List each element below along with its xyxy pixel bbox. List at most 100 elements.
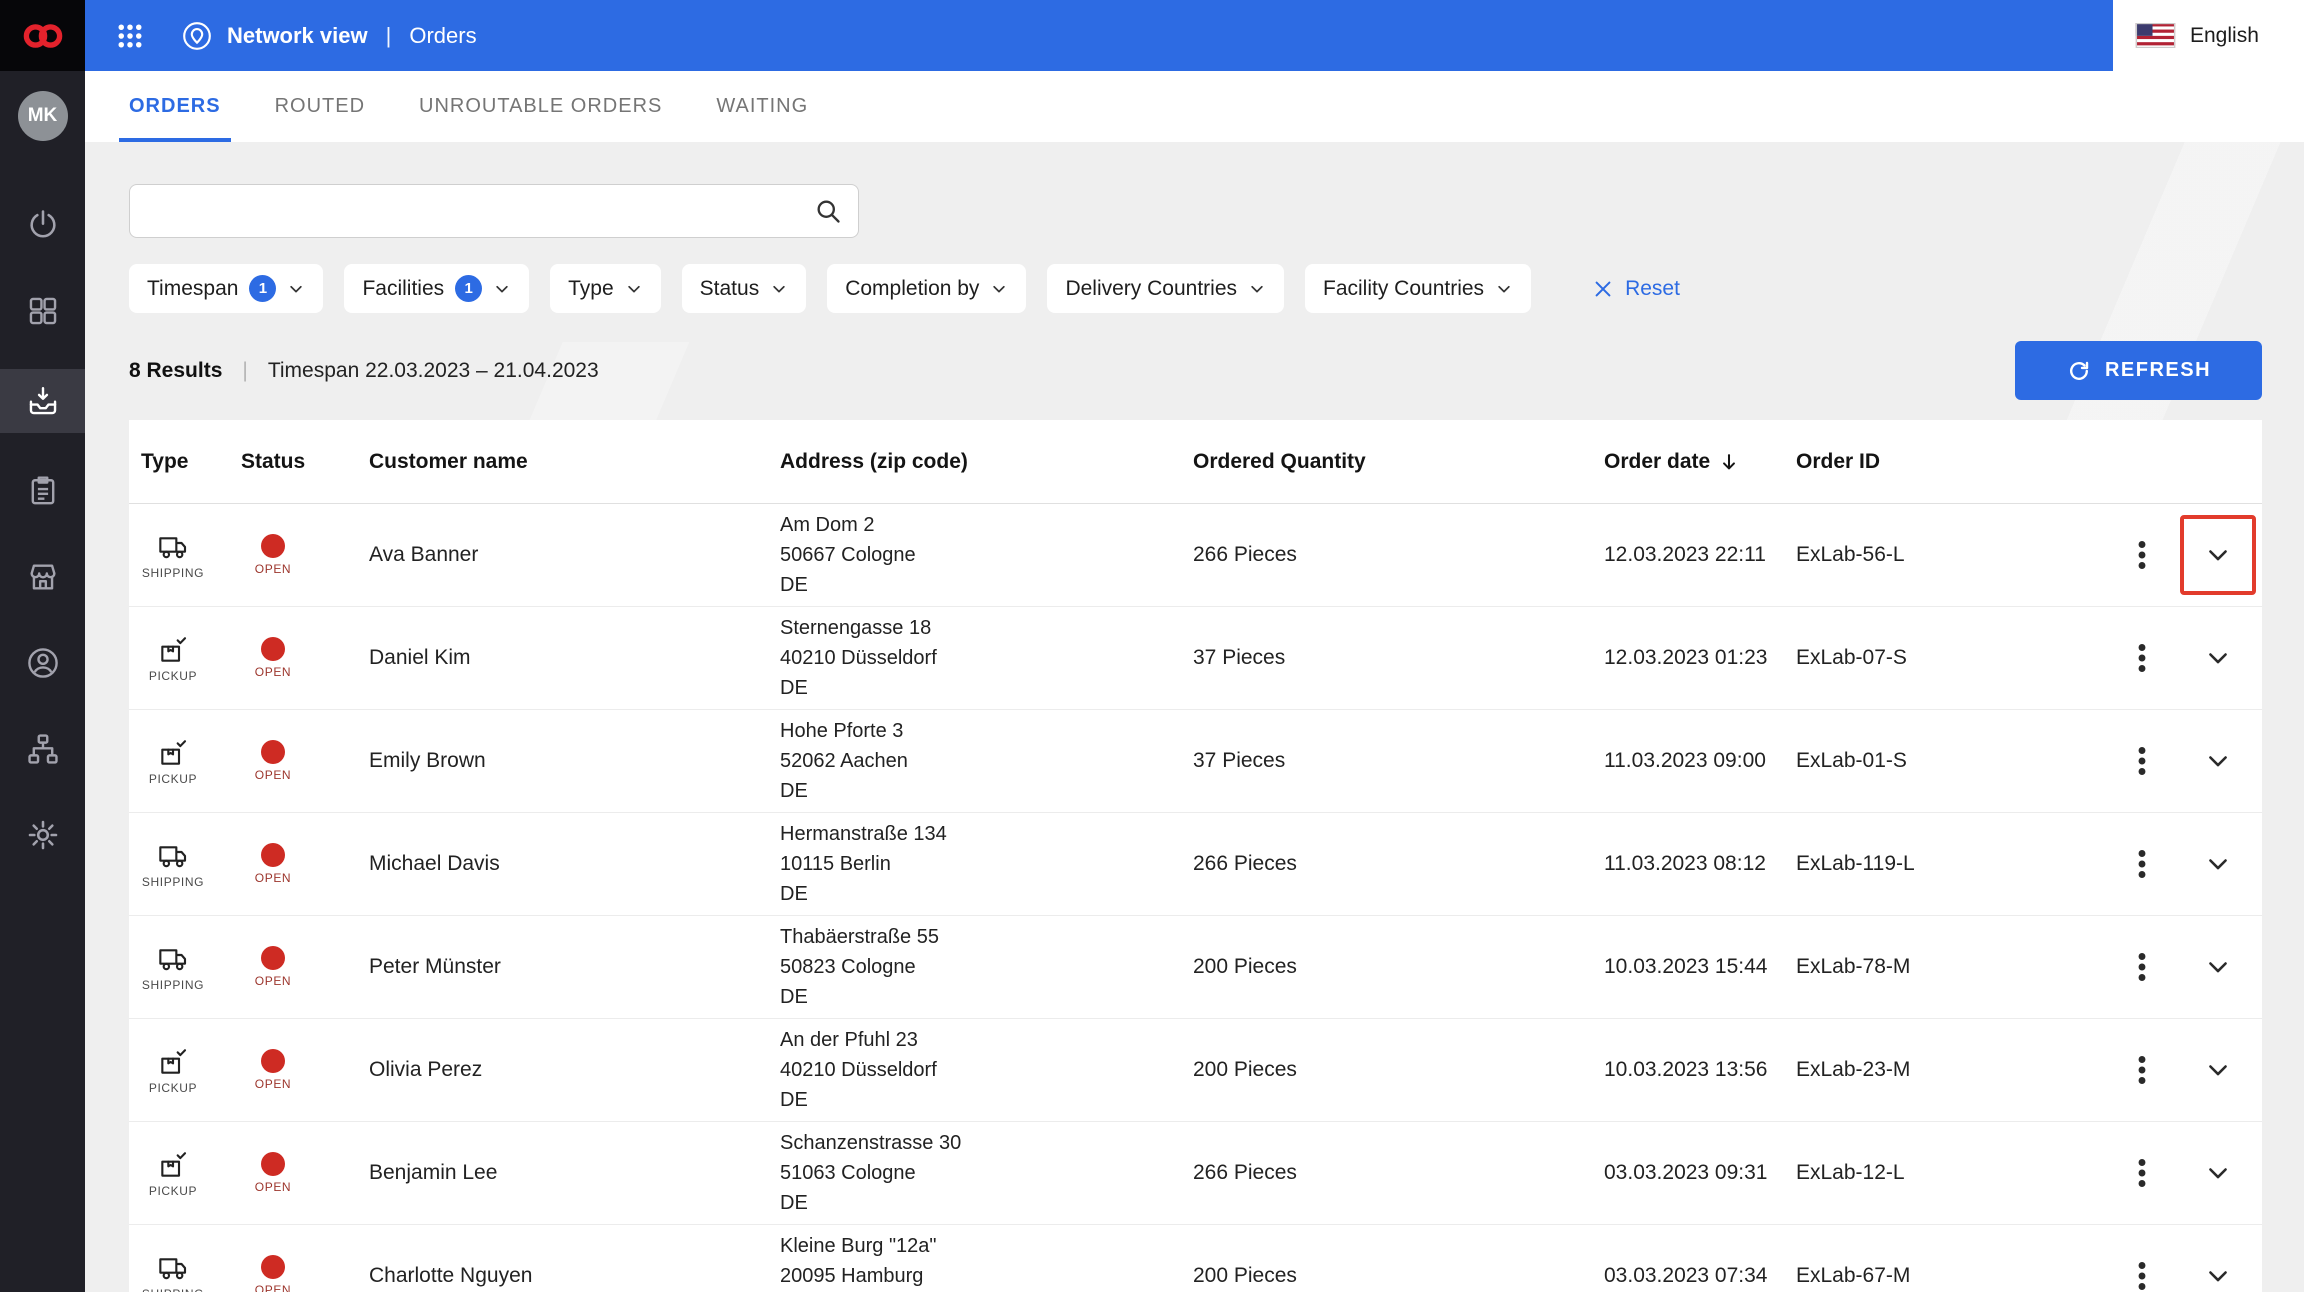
table-row[interactable]: PICKUP OPEN Olivia Perez An der Pfuhl 23… xyxy=(129,1019,2262,1122)
order-type: PICKUP xyxy=(141,1149,205,1198)
app-logo[interactable] xyxy=(0,0,85,71)
order-type-label: SHIPPING xyxy=(141,874,205,889)
filter-delivery-countries[interactable]: Delivery Countries xyxy=(1047,264,1284,313)
topbar-blue-bar: Network view | Orders xyxy=(85,0,2113,71)
filter-facilities[interactable]: Facilities 1 xyxy=(344,264,530,313)
tabs-bar: ORDERS ROUTED UNROUTABLE ORDERS WAITING xyxy=(85,71,2304,142)
row-expand-chevron-icon[interactable] xyxy=(2204,953,2232,981)
sidebar-item-power[interactable] xyxy=(0,197,85,253)
row-menu-kebab-icon[interactable] xyxy=(2124,1155,2160,1191)
customer-name: Ava Banner xyxy=(369,543,479,566)
sidebar-item-store[interactable] xyxy=(0,549,85,605)
order-type: PICKUP xyxy=(141,634,205,683)
tab-waiting[interactable]: WAITING xyxy=(706,71,818,142)
order-date: 03.03.2023 09:31 xyxy=(1604,1161,1768,1184)
topbar: Network view | Orders English xyxy=(85,0,2304,71)
order-status-label: OPEN xyxy=(254,1283,292,1292)
tab-unroutable-orders[interactable]: UNROUTABLE ORDERS xyxy=(409,71,672,142)
reset-filters-button[interactable]: Reset xyxy=(1592,277,1680,301)
row-menu-kebab-icon[interactable] xyxy=(2124,949,2160,985)
order-type: SHIPPING xyxy=(141,943,205,992)
sidebar-item-network[interactable] xyxy=(0,721,85,777)
filter-timespan[interactable]: Timespan 1 xyxy=(129,264,324,313)
column-header-address: Address (zip code) xyxy=(780,449,968,473)
row-expand-chevron-icon[interactable] xyxy=(2204,644,2232,672)
refresh-button[interactable]: REFRESH xyxy=(2015,341,2262,400)
search-icon[interactable] xyxy=(814,197,842,225)
user-avatar[interactable]: MK xyxy=(17,91,68,141)
column-header-order-date[interactable]: Order date xyxy=(1604,450,1796,474)
order-type-label: SHIPPING xyxy=(141,565,205,580)
pickup-package-icon xyxy=(154,1046,192,1078)
filter-count-badge: 1 xyxy=(455,275,483,302)
sidebar-item-order-tasks[interactable] xyxy=(0,463,85,519)
orders-table: Type Status Customer name Address (zip c… xyxy=(129,420,2262,1292)
row-expand-chevron-icon[interactable] xyxy=(2204,1159,2232,1187)
row-expand-chevron-icon[interactable] xyxy=(2204,1262,2232,1290)
table-row[interactable]: PICKUP OPEN Benjamin Lee Schanzenstrasse… xyxy=(129,1122,2262,1225)
address: Sternengasse 18 40210 Düsseldorf DE xyxy=(780,617,937,699)
order-type: SHIPPING xyxy=(141,840,205,889)
order-type-label: PICKUP xyxy=(148,1080,198,1095)
row-menu-kebab-icon[interactable] xyxy=(2124,1052,2160,1088)
dashboard-icon xyxy=(26,294,60,328)
brand-logo-icon xyxy=(23,23,62,48)
table-row[interactable]: SHIPPING OPEN Ava Banner Am Dom 2 50667 C… xyxy=(129,504,2262,607)
ordered-quantity: 200 Pieces xyxy=(1193,1264,1297,1287)
order-id: ExLab-01-S xyxy=(1796,749,1907,772)
table-row[interactable]: PICKUP OPEN Daniel Kim Sternengasse 18 40… xyxy=(129,607,2262,710)
table-row[interactable]: SHIPPING OPEN Charlotte Nguyen Kleine Bu… xyxy=(129,1225,2262,1292)
filter-completion-by[interactable]: Completion by xyxy=(827,264,1027,313)
us-flag-icon xyxy=(2135,23,2176,48)
apps-grid-icon xyxy=(115,21,145,51)
address: Hermanstraße 134 10115 Berlin DE xyxy=(780,823,947,905)
main-content: Timespan 1 Facilities 1 Type Status Comp… xyxy=(85,142,2304,1292)
sidebar-item-orders-inbox[interactable] xyxy=(0,369,85,433)
row-expand-chevron-icon[interactable] xyxy=(2204,541,2232,569)
search-input[interactable] xyxy=(130,185,858,237)
results-separator: | xyxy=(242,358,248,382)
settings-gear-icon xyxy=(26,818,60,852)
filter-status[interactable]: Status xyxy=(681,264,807,313)
table-row[interactable]: SHIPPING OPEN Michael Davis Hermanstraße… xyxy=(129,813,2262,916)
tab-orders[interactable]: ORDERS xyxy=(119,71,231,142)
order-id: ExLab-67-M xyxy=(1796,1264,1911,1287)
filter-facility-countries[interactable]: Facility Countries xyxy=(1305,264,1532,313)
ordered-quantity: 37 Pieces xyxy=(1193,646,1286,669)
network-view-pin-icon xyxy=(181,20,213,52)
chevron-down-icon xyxy=(625,280,643,298)
table-row[interactable]: SHIPPING OPEN Peter Münster Thabäerstraß… xyxy=(129,916,2262,1019)
row-menu-kebab-icon[interactable] xyxy=(2124,743,2160,779)
order-type-label: PICKUP xyxy=(148,771,198,786)
refresh-label: REFRESH xyxy=(2104,359,2212,381)
row-menu-kebab-icon[interactable] xyxy=(2124,1258,2160,1292)
shipping-truck-icon xyxy=(154,1252,192,1284)
row-expand-chevron-icon[interactable] xyxy=(2204,1056,2232,1084)
sidebar-item-account[interactable] xyxy=(0,635,85,691)
row-menu-kebab-icon[interactable] xyxy=(2124,537,2160,573)
sidebar-item-settings[interactable] xyxy=(0,807,85,863)
results-bar: 8 Results | Timespan 22.03.2023 – 21.04.… xyxy=(129,341,2262,400)
order-status-label: OPEN xyxy=(254,665,292,679)
sidebar-item-dashboard[interactable] xyxy=(0,283,85,339)
customer-name: Michael Davis xyxy=(369,852,500,875)
filter-type[interactable]: Type xyxy=(550,264,661,313)
language-label: English xyxy=(2190,23,2259,47)
network-hierarchy-icon xyxy=(26,732,60,766)
row-menu-kebab-icon[interactable] xyxy=(2124,640,2160,676)
ordered-quantity: 37 Pieces xyxy=(1193,749,1286,772)
status-open-dot xyxy=(261,1255,285,1279)
results-timespan: Timespan 22.03.2023 – 21.04.2023 xyxy=(267,358,599,382)
language-selector[interactable]: English xyxy=(2113,0,2304,71)
column-header-type: Type xyxy=(141,449,189,473)
row-expand-chevron-icon[interactable] xyxy=(2204,850,2232,878)
filter-label: Facility Countries xyxy=(1323,276,1485,300)
order-status-label: OPEN xyxy=(254,1077,292,1091)
order-type-label: PICKUP xyxy=(148,668,198,683)
tab-routed[interactable]: ROUTED xyxy=(265,71,375,142)
row-menu-kebab-icon[interactable] xyxy=(2124,846,2160,882)
app-grid-button[interactable] xyxy=(107,13,153,59)
table-row[interactable]: PICKUP OPEN Emily Brown Hohe Pforte 3 520… xyxy=(129,710,2262,813)
address: Schanzenstrasse 30 51063 Cologne DE xyxy=(780,1132,962,1214)
row-expand-chevron-icon[interactable] xyxy=(2204,747,2232,775)
